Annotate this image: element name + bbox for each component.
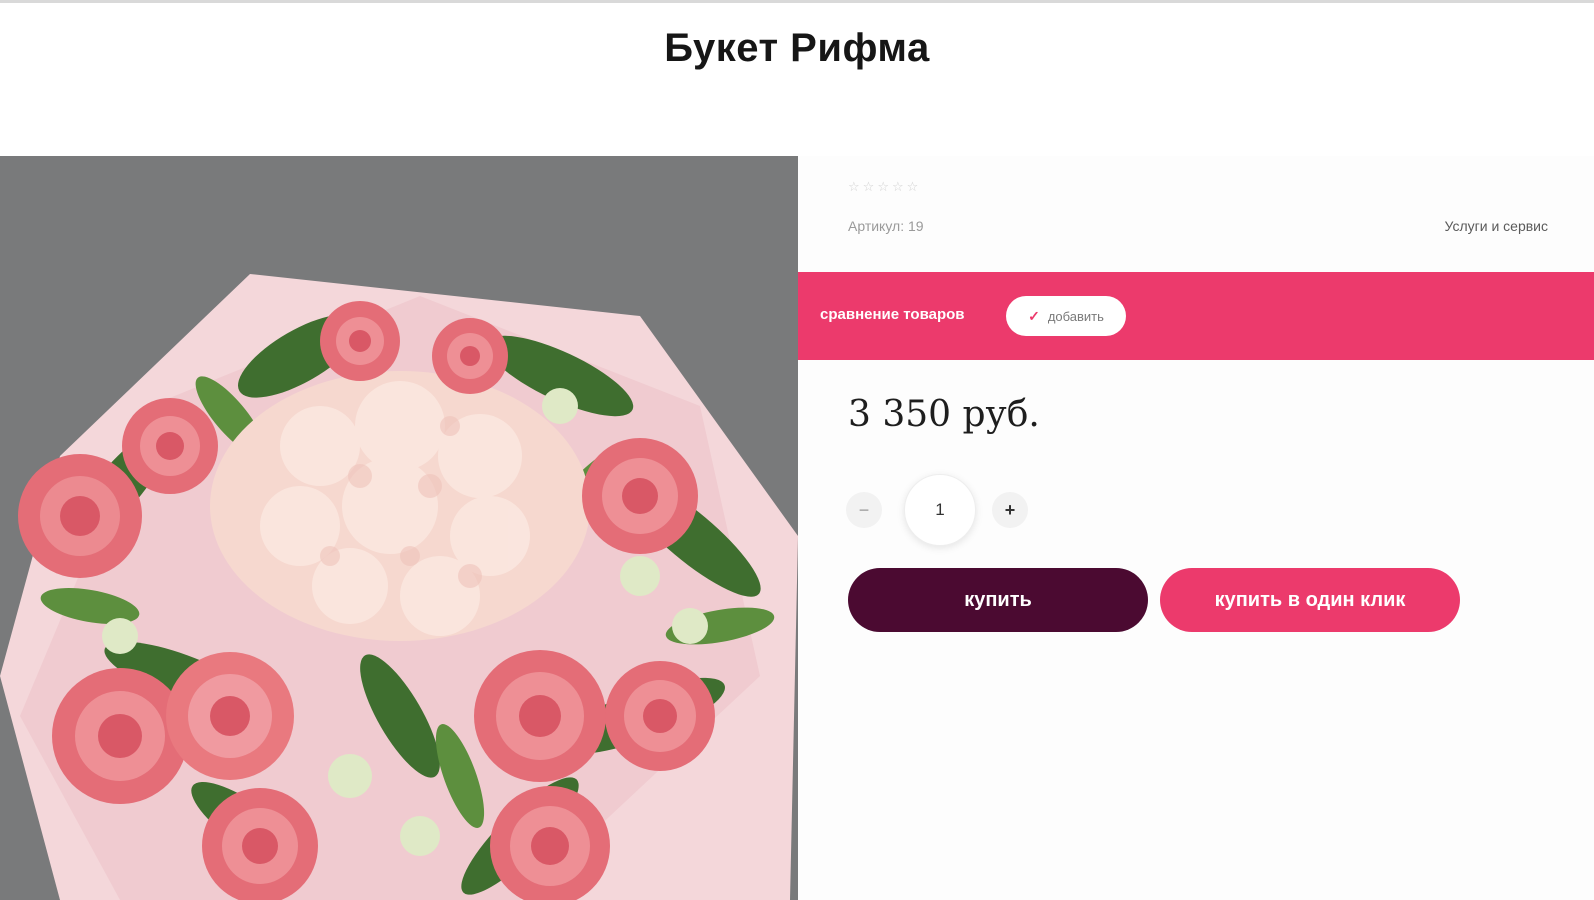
check-icon: ✓ <box>1028 307 1040 324</box>
compare-bar: сравнение товаров ✓ добавить <box>798 272 1594 360</box>
compare-add-label: добавить <box>1047 308 1104 324</box>
compare-add-button[interactable]: ✓ добавить <box>1006 296 1126 336</box>
star-icon[interactable]: ☆ <box>863 180 875 193</box>
buy-one-click-button[interactable]: купить в один клик <box>1160 568 1460 632</box>
buy-button[interactable]: купить <box>848 568 1148 632</box>
quantity-decrease-button[interactable]: − <box>846 492 882 528</box>
star-icon[interactable]: ☆ <box>877 180 889 193</box>
quantity-input[interactable] <box>904 474 976 546</box>
star-icon[interactable]: ☆ <box>848 180 860 193</box>
product-price: 3 350 руб. <box>848 394 1040 435</box>
product-sku: Артикул: 19 <box>848 218 924 234</box>
top-divider <box>0 0 1594 3</box>
star-icon[interactable]: ☆ <box>892 180 904 193</box>
page-title: Букет Рифма <box>664 26 930 70</box>
quantity-stepper: − + <box>846 470 1036 546</box>
quantity-increase-button[interactable]: + <box>992 492 1028 528</box>
product-image[interactable] <box>0 156 798 900</box>
rating-stars[interactable]: ☆ ☆ ☆ ☆ ☆ <box>848 180 918 193</box>
product-info-panel: ☆ ☆ ☆ ☆ ☆ Артикул: 19 Услуги и сервис ср… <box>798 156 1594 900</box>
services-link[interactable]: Услуги и сервис <box>1445 218 1548 234</box>
compare-label: сравнение товаров <box>820 306 965 323</box>
bouquet-illustration <box>0 156 798 900</box>
star-icon[interactable]: ☆ <box>907 180 919 193</box>
